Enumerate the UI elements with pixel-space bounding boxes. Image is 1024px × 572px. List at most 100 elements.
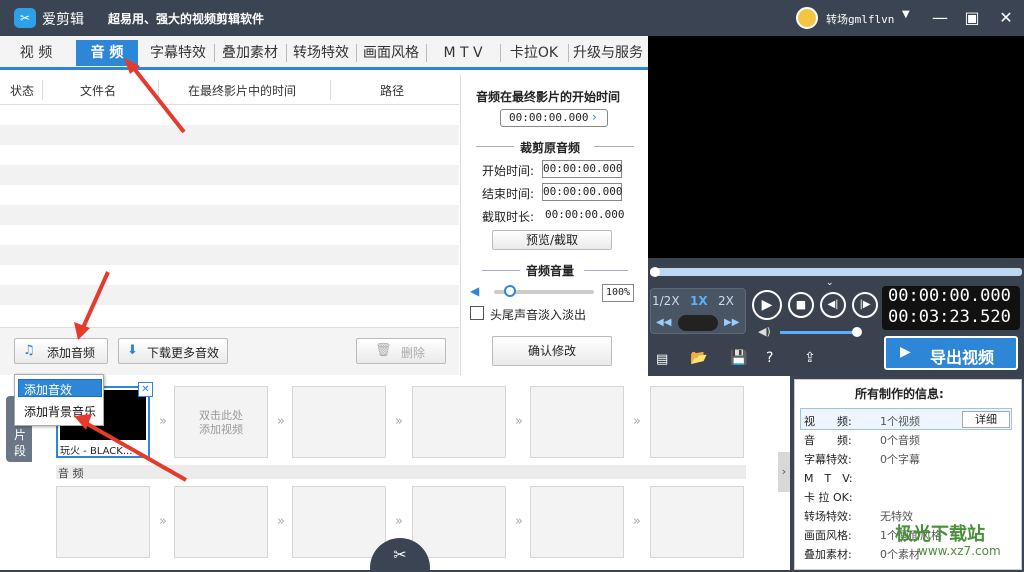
chevron-down-icon[interactable]: ⌄ [826, 278, 834, 288]
play-icon[interactable]: ▶ [752, 290, 782, 320]
app-name: 爱剪辑 [42, 12, 84, 28]
empty-audio-slot[interactable] [292, 486, 386, 558]
fade-checkbox[interactable] [470, 306, 484, 320]
table-row[interactable] [0, 305, 459, 325]
chevron-right-icon[interactable]: › [592, 110, 597, 124]
start-time-label: 开始时间: [482, 164, 535, 178]
seek-bar[interactable] [650, 268, 1022, 276]
table-row[interactable] [0, 225, 459, 245]
prev-frame-icon[interactable]: ◀| [820, 292, 846, 318]
help-icon[interactable]: ? [766, 350, 773, 366]
save-icon[interactable]: 💾 [730, 350, 747, 366]
tab-upgrade[interactable]: 升级与服务 [570, 40, 646, 66]
music-add-icon: ♫ [23, 343, 35, 358]
watermark-url: www.xz7.com [918, 544, 1001, 558]
audio-table-body[interactable] [0, 105, 459, 327]
volume-icon[interactable]: ◀) [758, 325, 771, 338]
speed-1x[interactable]: 1X [690, 294, 708, 308]
table-row[interactable] [0, 265, 459, 285]
chevron-down-icon[interactable]: ▼ [902, 9, 910, 20]
export-video-button[interactable]: ▶ 导出视频 [884, 336, 1018, 370]
speed-2x[interactable]: 2X [718, 294, 734, 308]
end-time-input[interactable]: 00:00:00.000 [542, 183, 622, 201]
segment-tab-label-1: 片 [14, 428, 27, 442]
tab-video[interactable]: 视 频 [6, 40, 66, 66]
player-volume-slider[interactable] [780, 331, 860, 334]
user-avatar[interactable] [796, 7, 818, 29]
table-row[interactable] [0, 285, 459, 305]
confirm-button[interactable]: 确认修改 [492, 336, 612, 366]
duration-value: 00:00:00.000 [545, 208, 625, 221]
close-icon[interactable]: ✕ [994, 6, 1018, 30]
segment-tab-label-2: 段 [14, 444, 27, 458]
chevron-right-icon: » [515, 514, 523, 529]
audio-track-header [56, 465, 746, 479]
col-filename[interactable]: 文件名 [80, 82, 116, 99]
dblclick-hint-2: 添加视频 [199, 423, 243, 436]
empty-audio-slot[interactable] [56, 486, 150, 558]
tab-style[interactable]: 画面风格 [358, 40, 424, 66]
col-divider [330, 80, 331, 100]
speed-half[interactable]: 1/2X [652, 294, 680, 308]
fast-forward-icon[interactable]: ▶▶ [724, 317, 739, 328]
table-row[interactable] [0, 205, 459, 225]
info-label: 叠加素材: [804, 548, 852, 561]
stop-icon[interactable]: ■ [788, 292, 814, 318]
tab-audio[interactable]: 音 频 [76, 40, 138, 66]
table-row[interactable] [0, 145, 459, 165]
maximize-icon[interactable]: ▣ [960, 6, 984, 30]
info-value: 0个音频 [880, 434, 920, 447]
info-title: 所有制作的信息: [855, 387, 944, 401]
player-volume-handle[interactable] [852, 327, 862, 337]
chevron-right-icon[interactable]: › [778, 452, 790, 492]
empty-video-slot[interactable] [530, 386, 624, 458]
col-status[interactable]: 状态 [10, 82, 34, 99]
table-row[interactable] [0, 125, 459, 145]
empty-video-slot[interactable] [292, 386, 386, 458]
info-value: 1个视频 [880, 415, 920, 428]
close-icon[interactable]: ✕ [138, 382, 153, 397]
download-effects-button[interactable]: ⬇ 下载更多音效 [118, 338, 228, 364]
open-folder-icon[interactable]: 📂 [690, 350, 707, 366]
tab-transition[interactable]: 转场特效 [288, 40, 354, 66]
username[interactable]: 转场gmlflvn [826, 11, 894, 27]
col-time[interactable]: 在最终影片中的时间 [188, 82, 296, 99]
detail-button[interactable]: 详细 [962, 411, 1010, 428]
share-icon[interactable]: ⇪ [804, 350, 816, 366]
add-audio-button[interactable]: ♫ 添加音频 [14, 338, 108, 364]
chevron-right-icon: » [277, 514, 285, 529]
watermark-text: 极光下载站 [895, 524, 985, 545]
tab-mtv[interactable]: M T V [430, 40, 496, 66]
next-frame-icon[interactable]: |▶ [852, 292, 878, 318]
video-preview[interactable] [648, 36, 1024, 258]
tab-subtitle-effects[interactable]: 字幕特效 [144, 40, 212, 66]
empty-audio-slot[interactable] [650, 486, 744, 558]
delete-button[interactable]: 🗑 删除 [356, 338, 446, 364]
empty-audio-slot[interactable] [174, 486, 268, 558]
empty-video-slot[interactable]: 双击此处 添加视频 [174, 386, 268, 458]
tab-overlay[interactable]: 叠加素材 [216, 40, 284, 66]
menu-item-add-sound-effect[interactable]: 添加音效 [24, 381, 72, 398]
table-row[interactable] [0, 165, 459, 185]
new-project-icon[interactable]: ▤ [656, 352, 668, 367]
volume-value[interactable]: 100% [602, 284, 634, 302]
table-row[interactable] [0, 105, 459, 125]
start-time-input[interactable]: 00:00:00.000 [542, 160, 622, 178]
chevron-right-icon: » [159, 414, 167, 429]
seek-handle[interactable] [650, 267, 660, 277]
rewind-icon[interactable]: ◀◀ [656, 317, 671, 328]
empty-video-slot[interactable] [412, 386, 506, 458]
col-divider [42, 80, 43, 100]
table-row[interactable] [0, 245, 459, 265]
empty-audio-slot[interactable] [412, 486, 506, 558]
empty-audio-slot[interactable] [530, 486, 624, 558]
preview-trim-button[interactable]: 预览/截取 [492, 230, 612, 250]
minimize-icon[interactable]: — [928, 6, 952, 30]
jog-wheel[interactable] [678, 315, 718, 331]
menu-item-add-background-music[interactable]: 添加背景音乐 [24, 403, 96, 420]
table-row[interactable] [0, 185, 459, 205]
col-path[interactable]: 路径 [380, 82, 404, 99]
volume-slider-handle[interactable] [504, 285, 516, 297]
tab-karaoke[interactable]: 卡拉OK [502, 40, 566, 66]
empty-video-slot[interactable] [650, 386, 744, 458]
